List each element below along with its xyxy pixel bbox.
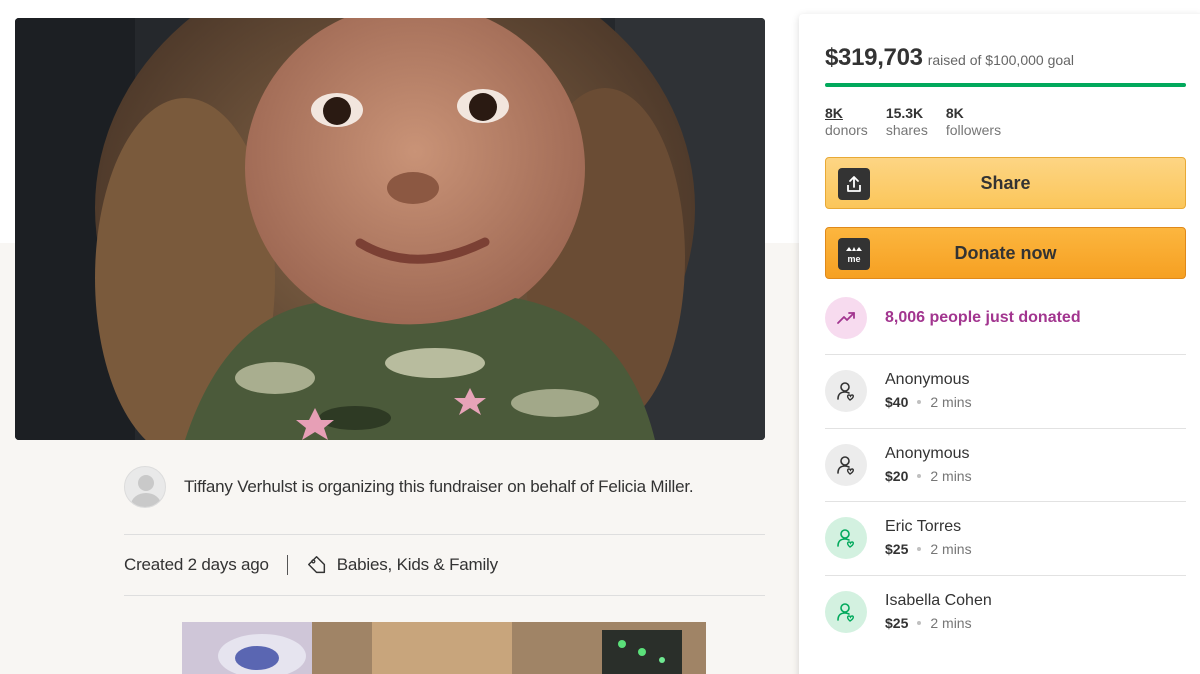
donor-detail: $25 2 mins [885, 539, 972, 559]
donation-sidebar-card: $319,703 raised of $100,000 goal 8K dono… [799, 14, 1200, 674]
donation-item: Anonymous $40 2 mins [825, 354, 1186, 428]
hero-photo-illustration [15, 18, 765, 440]
donation-time: 2 mins [930, 467, 972, 484]
share-button-label: Share [980, 172, 1031, 193]
secondary-photo-illustration [182, 622, 706, 674]
stat-shares: 15.3K shares [886, 105, 928, 139]
svg-text:me: me [847, 254, 860, 264]
donor-heart-icon [825, 590, 867, 633]
goal-text: raised of $100,000 goal [927, 52, 1075, 68]
campaign-hero-image[interactable] [15, 18, 765, 440]
donation-amount: $20 [885, 467, 909, 484]
donor-info: Anonymous $20 2 mins [885, 444, 972, 486]
donation-item: Anonymous $20 2 mins [825, 427, 1186, 502]
organizer-avatar[interactable] [124, 466, 166, 508]
donor-name: Anonymous [885, 371, 970, 389]
donation-amount: $40 [885, 394, 909, 411]
donor-detail: $25 2 mins [885, 613, 992, 633]
donor-name: Eric Torres [885, 518, 962, 536]
separator-dot [917, 620, 922, 625]
donor-heart-icon [825, 370, 867, 413]
created-date: Created 2 days ago [124, 555, 269, 574]
donor-heart-icon [825, 443, 867, 486]
donor-name: Anonymous [885, 444, 970, 462]
stat-donors[interactable]: 8K donors [825, 105, 868, 139]
separator-dot [917, 400, 922, 405]
share-icon [838, 168, 870, 200]
organizer-row: Tiffany Verhulst is organizing this fund… [124, 465, 765, 509]
donor-heart-icon [825, 517, 867, 560]
separator-dot [917, 547, 922, 552]
recent-donations-trend: 8,006 people just donated [825, 297, 1081, 339]
progress-bar-fill [825, 83, 1186, 87]
recent-donations-text: 8,006 people just donated [885, 309, 1081, 326]
gofundme-logo-icon: me [838, 238, 870, 270]
organizer-description: Tiffany Verhulst is organizing this fund… [184, 477, 694, 496]
donation-item: Isabella Cohen $25 2 mins [825, 574, 1186, 649]
progress-bar [825, 83, 1186, 87]
tag-icon [307, 556, 325, 574]
stat-label: followers [945, 122, 1002, 138]
avatar-head [138, 475, 154, 491]
stat-label: shares [885, 122, 928, 138]
campaign-secondary-image[interactable] [182, 622, 706, 674]
donation-item: Eric Torres $25 2 mins [825, 501, 1186, 575]
divider [124, 595, 765, 596]
donation-time: 2 mins [930, 394, 972, 411]
category-link[interactable]: Babies, Kids & Family [337, 555, 498, 575]
donor-info: Eric Torres $25 2 mins [885, 517, 972, 559]
separator-dot [917, 473, 922, 478]
raised-amount: $319,703 [825, 44, 923, 71]
trending-up-icon [825, 297, 867, 339]
campaign-stats: 8K donors 15.3K shares 8K followers [825, 105, 1019, 139]
campaign-meta: Created 2 days ago Babies, Kids & Family [124, 552, 498, 578]
stat-followers: 8K followers [946, 105, 1001, 139]
stat-label: donors [825, 122, 868, 138]
divider [124, 534, 765, 535]
meta-separator [286, 555, 288, 575]
stat-value: 8K [825, 105, 843, 121]
donate-button-label: Donate now [954, 242, 1057, 263]
donation-time: 2 mins [930, 614, 972, 631]
donation-time: 2 mins [930, 541, 972, 558]
donor-detail: $40 2 mins [885, 392, 972, 412]
donor-info: Anonymous $40 2 mins [885, 370, 972, 412]
share-button[interactable]: Share [825, 157, 1186, 209]
stat-value: 8K [945, 105, 964, 121]
donor-name: Isabella Cohen [885, 591, 992, 609]
avatar-body [131, 493, 161, 507]
donation-amount: $25 [885, 541, 909, 558]
donate-now-button[interactable]: me Donate now [825, 227, 1186, 279]
stat-value: 15.3K [885, 105, 924, 121]
donor-detail: $20 2 mins [885, 466, 972, 486]
donation-amount: $25 [885, 614, 909, 631]
donor-info: Isabella Cohen $25 2 mins [885, 591, 992, 633]
raised-summary: $319,703 raised of $100,000 goal [825, 44, 1074, 72]
donation-list: Anonymous $40 2 mins Anonymous $20 2 mins Eric… [825, 354, 1186, 648]
